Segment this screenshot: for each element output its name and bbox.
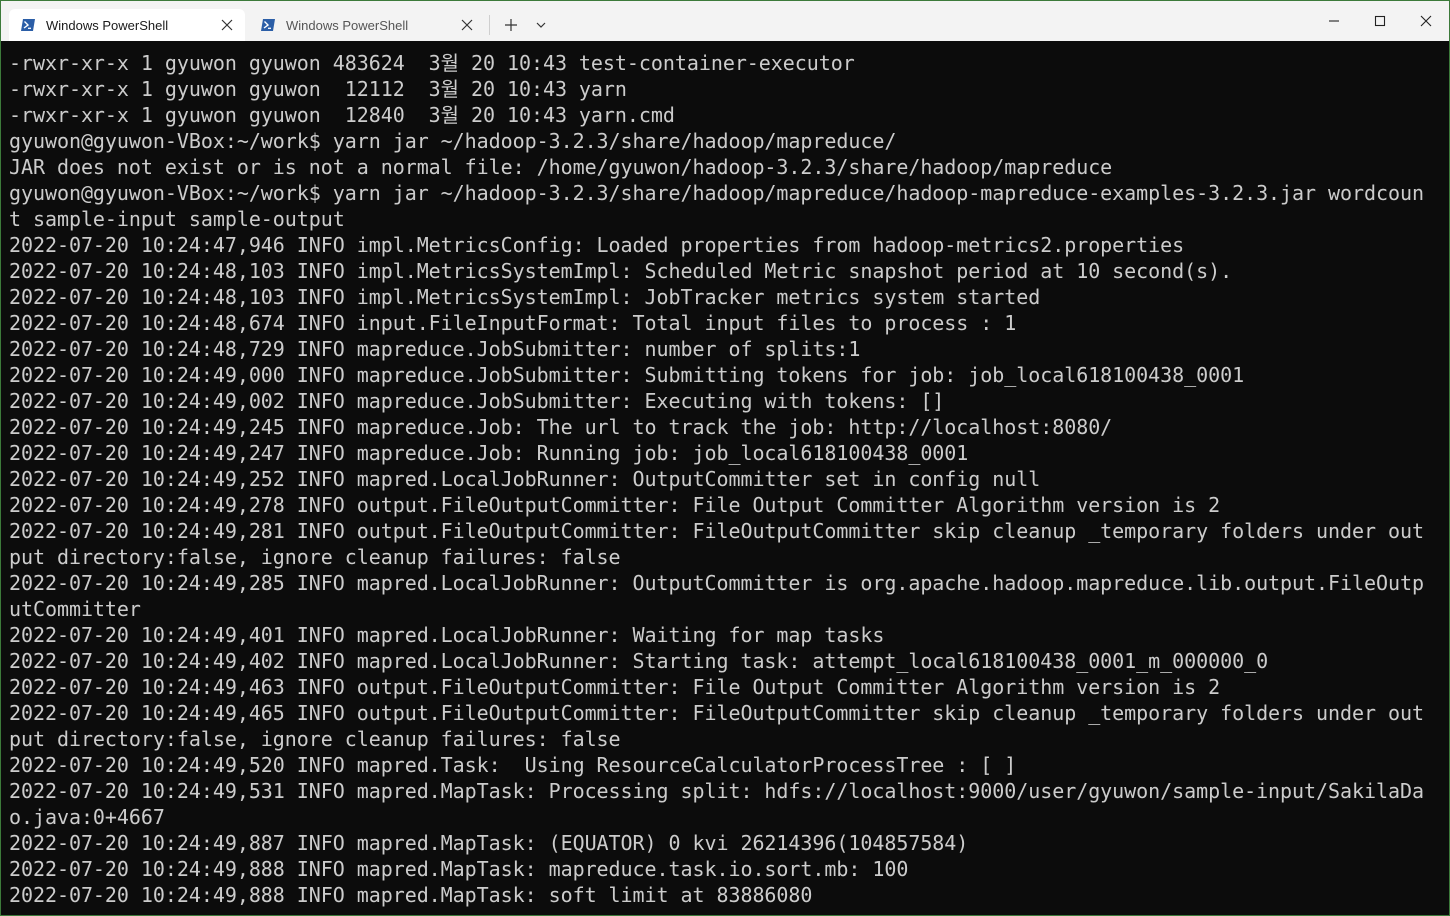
- maximize-button[interactable]: [1357, 1, 1403, 41]
- tab-dropdown-button[interactable]: [531, 13, 551, 37]
- terminal-line: 2022-07-20 10:24:49,000 INFO mapreduce.J…: [9, 363, 1245, 387]
- terminal-line: 2022-07-20 10:24:49,245 INFO mapreduce.J…: [9, 415, 1113, 439]
- powershell-icon: [20, 17, 36, 33]
- close-tab-icon[interactable]: [459, 17, 475, 33]
- terminal-line: 2022-07-20 10:24:49,252 INFO mapred.Loca…: [9, 467, 1041, 491]
- terminal-output[interactable]: -rwxr-xr-x 1 gyuwon gyuwon 483624 3월 20 …: [9, 50, 1441, 910]
- tab-title: Windows PowerShell: [46, 17, 169, 33]
- terminal-line: 2022-07-20 10:24:49,465 INFO output.File…: [9, 701, 1424, 725]
- terminal-line: -rwxr-xr-x 1 gyuwon gyuwon 12840 3월 20 1…: [9, 103, 675, 127]
- terminal-line: 2022-07-20 10:24:48,674 INFO input.FileI…: [9, 311, 1017, 335]
- terminal-line: 2022-07-20 10:24:47,946 INFO impl.Metric…: [9, 233, 1185, 257]
- terminal-line: 2022-07-20 10:24:48,729 INFO mapreduce.J…: [9, 337, 861, 361]
- terminal-line: 2022-07-20 10:24:49,402 INFO mapred.Loca…: [9, 649, 1269, 673]
- terminal-line: 2022-07-20 10:24:49,531 INFO mapred.MapT…: [9, 779, 1424, 803]
- tab-title: Windows PowerShell: [286, 17, 409, 33]
- terminal-line: 2022-07-20 10:24:49,285 INFO mapred.Loca…: [9, 571, 1424, 595]
- powershell-icon: [260, 17, 276, 33]
- terminal-line: 2022-07-20 10:24:49,278 INFO output.File…: [9, 493, 1221, 517]
- close-tab-icon[interactable]: [219, 17, 235, 33]
- terminal-line: 2022-07-20 10:24:49,247 INFO mapreduce.J…: [9, 441, 969, 465]
- maximize-icon: [1374, 15, 1386, 27]
- terminal-line: t sample-input sample-output: [9, 207, 345, 231]
- new-tab-button[interactable]: [499, 13, 523, 37]
- terminal-line: 2022-07-20 10:24:49,887 INFO mapred.MapT…: [9, 831, 969, 855]
- title-bar: Windows PowerShell Windows PowerShell: [1, 1, 1449, 41]
- terminal-line: o.java:0+4667: [9, 805, 165, 829]
- terminal-window: Windows PowerShell Windows PowerShell -r…: [1, 1, 1449, 915]
- terminal-line: JAR does not exist or is not a normal fi…: [9, 155, 1113, 179]
- terminal-line: 2022-07-20 10:24:49,463 INFO output.File…: [9, 675, 1221, 699]
- terminal-line: 2022-07-20 10:24:48,103 INFO impl.Metric…: [9, 259, 1233, 283]
- terminal-line: utCommitter: [9, 597, 141, 621]
- terminal-line: put directory:false, ignore cleanup fail…: [9, 727, 621, 751]
- terminal-line: 2022-07-20 10:24:49,520 INFO mapred.Task…: [9, 753, 1017, 777]
- tab-separator: [489, 15, 490, 35]
- close-window-button[interactable]: [1403, 1, 1449, 41]
- terminal-line: gyuwon@gyuwon-VBox:~/work$ yarn jar ~/ha…: [9, 129, 897, 153]
- terminal-line: 2022-07-20 10:24:49,888 INFO mapred.MapT…: [9, 857, 909, 881]
- tab-powershell-2[interactable]: Windows PowerShell: [249, 9, 485, 41]
- terminal-line: 2022-07-20 10:24:48,103 INFO impl.Metric…: [9, 285, 1041, 309]
- tab-powershell-1[interactable]: Windows PowerShell: [9, 9, 245, 41]
- minimize-button[interactable]: [1311, 1, 1357, 41]
- terminal-line: -rwxr-xr-x 1 gyuwon gyuwon 12112 3월 20 1…: [9, 77, 627, 101]
- terminal-line: gyuwon@gyuwon-VBox:~/work$ yarn jar ~/ha…: [9, 181, 1424, 205]
- minimize-icon: [1329, 20, 1339, 22]
- terminal-line: 2022-07-20 10:24:49,401 INFO mapred.Loca…: [9, 623, 885, 647]
- terminal-line: 2022-07-20 10:24:49,281 INFO output.File…: [9, 519, 1424, 543]
- terminal-line: -rwxr-xr-x 1 gyuwon gyuwon 483624 3월 20 …: [9, 51, 855, 75]
- plus-icon: [505, 19, 517, 31]
- close-icon: [1420, 15, 1432, 27]
- terminal-line: 2022-07-20 10:24:49,888 INFO mapred.MapT…: [9, 883, 813, 907]
- chevron-down-icon: [536, 22, 546, 28]
- terminal-line: 2022-07-20 10:24:49,002 INFO mapreduce.J…: [9, 389, 945, 413]
- terminal-line: put directory:false, ignore cleanup fail…: [9, 545, 621, 569]
